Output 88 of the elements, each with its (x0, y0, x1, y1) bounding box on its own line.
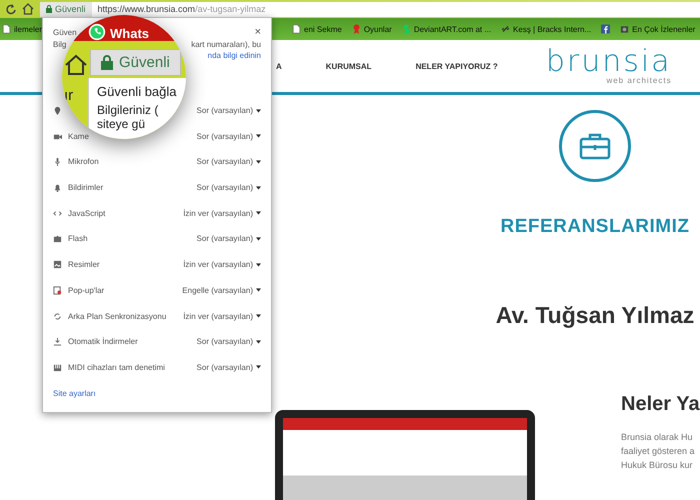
bookmark-item[interactable]: DeviantART.com at ... (400, 24, 494, 34)
home-icon[interactable] (22, 3, 34, 15)
bell-icon (53, 183, 62, 192)
nav-link[interactable]: A (276, 62, 282, 70)
caret-icon (256, 236, 261, 241)
permission-label: Mikrofon (68, 157, 99, 166)
caret-icon (256, 365, 261, 370)
address-bar[interactable]: Güvenli https://www.brunsia.com/av-tugsan-yilmaz (40, 2, 700, 16)
about-heading: Neler Ya (621, 393, 700, 416)
caret-icon (256, 288, 261, 292)
location-pin-icon (53, 106, 62, 115)
bookmark-item[interactable]: En Çok İzlenenler (618, 24, 698, 34)
page-icon (292, 24, 302, 34)
lock-icon (46, 5, 52, 13)
popup-text: kart numaraları), bu (191, 40, 261, 49)
lock-icon (101, 55, 113, 70)
home-icon (64, 53, 88, 77)
ribbon-icon (352, 24, 361, 34)
permission-dropdown[interactable]: Engelle (varsayılan) (182, 286, 261, 295)
download-icon (53, 337, 62, 346)
learn-more-link[interactable]: nda bilgi edinin (208, 51, 261, 60)
popup-title: Güven (53, 28, 77, 36)
permission-label: Bildirimler (68, 183, 104, 192)
caret-icon (256, 186, 261, 190)
section-title: REFERANSLARIMIZ (500, 216, 690, 238)
caret-icon (256, 211, 261, 216)
caret-icon (256, 160, 261, 164)
popup-text: Bilg (53, 40, 66, 49)
permission-dropdown[interactable]: İzin ver (varsayılan) (183, 208, 261, 218)
permission-dropdown[interactable]: Sor (varsayılan) (196, 234, 261, 244)
caret-icon (256, 340, 261, 344)
tab-title: Whats (110, 26, 149, 41)
permission-dropdown[interactable]: Sor (varsayılan) (196, 106, 261, 115)
reload-icon[interactable] (4, 3, 16, 15)
sync-icon (53, 312, 62, 320)
close-icon[interactable]: × (254, 26, 261, 38)
permission-label: Arka Plan Senkronizasyonu (68, 312, 166, 320)
camera-icon (53, 132, 62, 141)
url-path: /av-tugsan-yilmaz (195, 4, 266, 14)
logo-wordmark: brunsia (546, 48, 672, 76)
permission-label: MIDI cihazları tam denetimi (68, 362, 165, 372)
permission-dropdown[interactable]: İzin ver (varsayılan) (183, 260, 261, 270)
page-icon (2, 24, 11, 34)
about-paragraph: Brunsia olarak Hu faaliyet gösteren a Hukuk Bürosu kur (621, 431, 696, 472)
bookmark-item[interactable] (599, 24, 612, 34)
logo-tagline: web architects (606, 76, 672, 84)
code-icon (53, 208, 62, 218)
security-chip[interactable]: Güvenli (40, 2, 92, 16)
permission-label: JavaScript (68, 208, 106, 218)
security-chip: Güvenli (90, 49, 181, 76)
bookmark-item[interactable]: Kesş | Bracks Intern... (499, 24, 594, 34)
bookmark-logo-icon (402, 24, 411, 34)
image-icon (53, 260, 62, 270)
permission-dropdown[interactable]: İzin ver (varsayılan) (183, 312, 261, 320)
nav-link[interactable]: KURUMSAL (326, 62, 372, 70)
briefcase-icon (579, 132, 611, 160)
url-host: https://www.brunsia.com (98, 4, 196, 14)
permission-dropdown[interactable]: Sor (varsayılan) (196, 157, 261, 166)
permission-label: Kame (68, 132, 89, 141)
microphone-icon (53, 157, 62, 166)
permission-label: Otomatik İndirmeler (68, 337, 138, 346)
caret-icon (256, 314, 261, 318)
keyboard-icon (53, 362, 62, 372)
permission-label: Flash (68, 234, 88, 244)
nav-link[interactable]: NELER YAPIYORUZ ? (416, 62, 498, 70)
bookmark-item[interactable]: eni Sekme (290, 24, 344, 34)
facebook-icon (601, 24, 610, 34)
permission-dropdown[interactable]: Sor (varsayılan) (196, 337, 261, 346)
whatsapp-icon (88, 23, 106, 41)
site-settings-link[interactable]: Site ayarları (53, 388, 96, 398)
bookmark-item[interactable]: ilemeler (0, 24, 44, 34)
project-title: Av. Tuğsan Yılmaz (496, 302, 694, 329)
popup-text: siteye gü (97, 117, 146, 131)
permission-dropdown[interactable]: Sor (varsayılan) (196, 362, 261, 372)
caret-icon (256, 108, 261, 112)
caret-icon (256, 262, 261, 267)
bookmark-fragment: ır (63, 87, 74, 104)
link-icon (501, 24, 510, 34)
popup-text: Bilgileriniz ( (97, 103, 160, 117)
popup-blocked-icon (53, 286, 62, 295)
camera-icon (620, 24, 630, 34)
permission-dropdown[interactable]: Sor (varsayılan) (196, 132, 261, 141)
popup-title: Güvenli bağla (97, 84, 178, 99)
permission-label: Pop-up'lar (68, 286, 104, 295)
permission-label: Resimler (68, 260, 100, 270)
permission-dropdown[interactable]: Sor (varsayılan) (196, 183, 261, 192)
bookmark-item[interactable]: Oyunlar (350, 24, 394, 34)
caret-icon (256, 134, 261, 138)
